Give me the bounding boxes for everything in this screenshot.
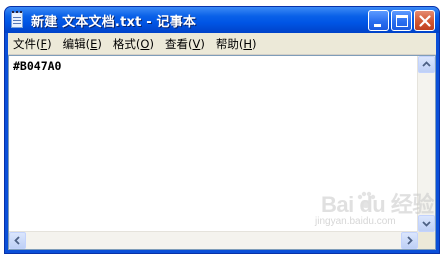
arrow-up-icon [422,61,431,67]
menu-format[interactable]: 格式(O) [108,36,159,52]
text-editor[interactable]: #B047A0 Bai du 经验 jingyan.baidu.com [8,55,436,250]
scroll-left-button[interactable] [9,232,26,249]
editor-content[interactable]: #B047A0 [13,59,61,73]
minimize-button[interactable] [368,10,389,31]
title-bar[interactable]: 新建 文本文档.txt - 记事本 [5,7,439,33]
menu-bar: 文件(F) 编辑(E) 格式(O) 查看(V) 帮助(H) [8,33,436,55]
menu-help[interactable]: 帮助(H) [211,36,262,52]
notepad-window: 新建 文本文档.txt - 记事本 文件(F) 编辑(E) 格式(O) 查看(V… [4,6,440,254]
menu-view[interactable]: 查看(V) [160,36,210,52]
watermark-brand: Bai du 经验 [321,192,434,217]
arrow-right-icon [407,236,413,245]
close-button[interactable] [414,10,435,31]
close-icon [419,15,431,27]
minimize-icon [374,24,381,27]
baidu-watermark: Bai du 经验 jingyan.baidu.com [303,187,434,235]
menu-file[interactable]: 文件(F) [8,36,57,52]
window-title: 新建 文本文档.txt - 记事本 [31,14,197,30]
menu-edit[interactable]: 编辑(E) [58,36,107,52]
scroll-up-button[interactable] [418,56,435,73]
arrow-left-icon [14,236,20,245]
maximize-icon [396,15,408,27]
notepad-icon[interactable] [10,10,25,29]
watermark-url: jingyan.baidu.com [315,216,396,227]
maximize-button[interactable] [391,10,412,31]
